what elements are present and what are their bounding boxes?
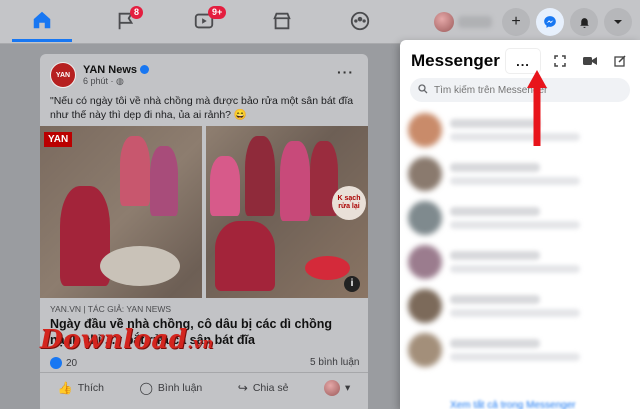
like-label: Thích — [77, 381, 104, 394]
compose-icon — [614, 55, 626, 67]
avatar — [434, 12, 454, 32]
conversation-item[interactable] — [408, 156, 632, 192]
messenger-search[interactable] — [410, 78, 630, 102]
video-camera-icon — [583, 57, 597, 65]
messenger-panel: Messenger ... Xem tất cả trong Messenger — [400, 40, 640, 409]
notification-badge: 9+ — [208, 6, 227, 19]
page-logo[interactable]: YAN — [50, 62, 76, 88]
conversation-item[interactable] — [408, 200, 632, 236]
chevron-down-icon — [614, 20, 622, 24]
comment-icon: ◯ — [139, 380, 153, 395]
post-text: "Nếu có ngày tôi về nhà chồng mà được bả… — [50, 95, 354, 121]
watch-tab[interactable]: 9+ — [174, 0, 234, 42]
messenger-icon — [544, 16, 556, 28]
image-logo: YAN — [44, 132, 73, 147]
comment-count[interactable]: 5 bình luận — [310, 357, 360, 368]
avatar — [323, 379, 340, 396]
reaction-summary[interactable]: 20 — [50, 357, 77, 369]
watermark-text: Download — [40, 325, 188, 355]
home-icon — [33, 11, 51, 28]
messenger-title: Messenger — [411, 51, 500, 70]
watermark-suffix: .vn — [187, 334, 214, 352]
reaction-count: 20 — [66, 357, 78, 369]
post-timestamp[interactable]: 6 phút · ◍ — [83, 76, 149, 87]
link-source: YAN.VN | TÁC GIẢ: YAN NEWS — [50, 304, 172, 314]
plus-icon: + — [511, 13, 521, 30]
see-all-link[interactable]: Xem tất cả trong Messenger — [450, 400, 576, 409]
messenger-button[interactable] — [536, 8, 564, 36]
groups-icon — [350, 11, 370, 31]
notification-badge: 8 — [130, 6, 144, 19]
search-input[interactable] — [434, 84, 614, 96]
watermark-logo: Download.vn — [40, 325, 214, 355]
search-icon — [418, 83, 428, 97]
author-name: YAN News — [83, 63, 138, 76]
like-reaction-icon — [50, 357, 62, 369]
audience-selector[interactable]: ▾ — [323, 379, 351, 396]
share-button[interactable]: ↪ Chia sẻ — [238, 381, 289, 395]
avatar — [408, 245, 442, 279]
post-options-button[interactable]: ··· — [337, 64, 354, 80]
post-actions: 👍 Thích ◯ Bình luận ↪ Chia sẻ ▾ — [40, 372, 368, 402]
post-header: YAN YAN News 6 phút · ◍ — [50, 62, 150, 88]
avatar — [408, 157, 442, 191]
post-image[interactable]: YAN K sạch rửa lại i — [40, 126, 368, 298]
expand-button[interactable] — [550, 51, 570, 71]
store-icon — [273, 12, 291, 30]
home-tab[interactable] — [12, 0, 72, 42]
verified-badge-icon — [140, 65, 150, 74]
thumbs-up-icon: 👍 — [57, 380, 73, 395]
pages-tab[interactable]: 8 — [96, 0, 156, 42]
globe-icon: ◍ — [116, 75, 124, 86]
create-button[interactable]: + — [502, 8, 530, 36]
like-button[interactable]: 👍 Thích — [58, 381, 104, 395]
comment-button[interactable]: ◯ Bình luận — [139, 381, 202, 395]
share-icon: ↪ — [237, 380, 248, 395]
notifications-button[interactable] — [570, 8, 598, 36]
comment-label: Bình luận — [157, 381, 203, 394]
avatar — [408, 333, 442, 367]
time-text: 6 phút · — [83, 75, 117, 86]
avatar — [408, 201, 442, 235]
image-caption: K sạch rửa lại — [332, 186, 366, 220]
avatar — [408, 289, 442, 323]
share-label: Chia sẻ — [252, 381, 289, 394]
top-navigation-bar: 8 9+ + — [0, 0, 640, 44]
video-call-button[interactable] — [580, 51, 600, 71]
feed-post: YAN YAN News 6 phút · ◍ ··· "Nếu có ngày… — [40, 54, 368, 409]
conversation-item[interactable] — [408, 112, 632, 148]
marketplace-tab[interactable] — [252, 0, 312, 42]
blurred-profile-name — [458, 16, 492, 28]
groups-tab[interactable] — [330, 0, 390, 42]
info-icon[interactable]: i — [344, 276, 360, 292]
conversation-item[interactable] — [408, 244, 632, 280]
expand-icon — [554, 55, 566, 67]
profile-shortcut[interactable] — [434, 12, 492, 32]
bell-icon — [579, 17, 589, 28]
account-controls: + — [434, 8, 632, 36]
chevron-down-icon: ▾ — [344, 381, 351, 394]
annotation-arrow-icon — [527, 70, 547, 146]
conversation-item[interactable] — [408, 332, 632, 368]
avatar — [408, 113, 442, 147]
messenger-tools: ... — [506, 49, 630, 73]
account-menu-button[interactable] — [604, 8, 632, 36]
more-options-icon: ... — [516, 53, 530, 69]
post-author[interactable]: YAN News — [83, 63, 150, 76]
new-message-button[interactable] — [610, 51, 630, 71]
image-divider — [202, 126, 206, 298]
conversation-item[interactable] — [408, 288, 632, 324]
